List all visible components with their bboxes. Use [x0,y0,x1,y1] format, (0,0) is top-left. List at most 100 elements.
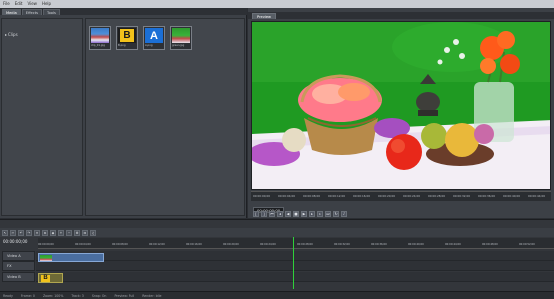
step-back-icon[interactable]: ◂ [277,211,283,217]
status-item: Ready [3,293,13,298]
letter-b: B [41,275,50,282]
volume-icon[interactable]: ♪ [341,211,347,217]
ruler-tick-label: 00:00:08;00 [303,194,321,198]
redo-icon[interactable]: ↷ [26,229,32,236]
rewind-icon[interactable]: ◀ [285,211,291,217]
ruler-tick-label: 00:00:04;00 [75,243,91,246]
mute-icon[interactable]: ♫ [90,229,96,236]
clip-thumbnail [40,255,52,261]
green-photo-thumbnail [172,28,190,43]
zoom-in-icon[interactable]: + [58,229,64,236]
ruler-tick-label: 00:00:48;00 [482,243,498,246]
preview-tabs: Preview [248,12,554,19]
go-end-icon[interactable]: ⏭ [325,211,331,217]
ruler-tick-label: 00:00:04;00 [278,194,296,198]
go-start-icon[interactable]: ⏮ [269,211,275,217]
ruler-tick-label: 00:00:44;00 [445,243,461,246]
timeline-toolbar: ↖ ✂ ↶ ↷ ✕ ⧉ ◆ + − ⚙ ⊡ ♫ [0,228,554,237]
ruler-tick-label: 00:00:20;00 [223,243,239,246]
ruler-tick-label: 00:00:00;00 [253,194,271,198]
ruler-tick-label: 00:00:20;00 [378,194,396,198]
step-forward-icon[interactable]: ▹ [317,211,323,217]
tab-effects[interactable]: Effects [21,9,43,15]
clip-caption: green.jpg [172,44,185,47]
clip-caption: clip_01.jpg [91,44,105,47]
chevron-right-icon: ▸ [5,32,8,37]
tab-media[interactable]: Media [2,9,21,15]
track-lane-video-a[interactable] [36,251,554,261]
mark-out-icon[interactable]: ] [261,211,267,217]
ruler-tick-label: 00:00:24;00 [403,194,421,198]
ruler-tick-label: 00:00:40;00 [503,194,521,198]
ruler-tick-label: 00:00:36;00 [371,243,387,246]
track-lane-video-b[interactable] [36,272,554,282]
ruler-tick-label: 00:00:36;00 [478,194,496,198]
ruler-tick-label: 00:00:32;00 [334,243,350,246]
tree-item-label: Clips [8,32,18,37]
lock-icon[interactable]: ⊡ [82,229,88,236]
ruler-tick-label: 00:00:24;00 [260,243,276,246]
library-tabs: Media Effects Tools [0,8,247,15]
media-clip-photo[interactable]: clip_01.jpg [89,26,111,50]
settings-icon[interactable]: ⚙ [74,229,80,236]
delete-icon[interactable]: ✕ [34,229,40,236]
ruler-tick-label: 00:00:44;00 [528,194,546,198]
menu-view[interactable]: View [27,0,37,8]
tab-tools[interactable]: Tools [43,9,60,15]
timeline-clip-photo[interactable] [38,253,104,262]
status-item: Snap: On [91,293,107,298]
marker-icon[interactable]: ◆ [50,229,56,236]
photo-thumbnail [91,28,109,43]
fast-forward-icon[interactable]: ▸ [309,211,315,217]
undo-icon[interactable]: ↶ [18,229,24,236]
select-tool-icon[interactable]: ↖ [2,229,8,236]
snap-icon[interactable]: ⧉ [42,229,48,236]
razor-icon[interactable]: ✂ [10,229,16,236]
preview-button-row: [ ] ⏮ ◂ ◀ ■ ▶ ▸ ▹ ⏭ ↻ ♪ [251,210,551,218]
clip-caption: A.png [145,44,153,47]
timeline-timecode[interactable]: 00:00:00;00 [3,239,27,244]
letter-a: A [150,29,158,42]
stop-icon[interactable]: ■ [293,211,299,217]
track-label-video-a[interactable]: Video A [2,251,35,261]
media-bin: clip_01.jpg B B.png A A.png green.jpg [85,18,245,216]
ruler-tick-label: 00:00:40;00 [408,243,424,246]
ruler-tick-label: 00:00:12;00 [328,194,346,198]
menu-help[interactable]: Help [42,0,51,8]
track-label-fx[interactable]: FX [2,261,35,271]
loop-icon[interactable]: ↻ [333,211,339,217]
ruler-tick-label: 00:00:52;00 [519,243,535,246]
video-preview [251,21,551,190]
tab-preview[interactable]: Preview [252,13,276,19]
ruler-tick-label: 00:00:12;00 [149,243,165,246]
status-item: Render: Idle [142,293,162,298]
menu-edit[interactable]: Edit [15,0,23,8]
ruler-tick-label: 00:00:28;00 [297,243,313,246]
folder-tree: ▸ Clips [1,18,83,216]
preview-scrubber[interactable]: 00:00:00;00 00:00:04;00 00:00:08;00 00:00:1… [251,191,551,201]
status-item: Zoom: 100% [42,293,64,298]
tree-item-root[interactable]: ▸ Clips [5,32,18,37]
media-clip-green[interactable]: green.jpg [170,26,192,50]
ruler-tick-label: 00:00:00;00 [38,243,54,246]
track-lane-fx[interactable] [36,261,554,271]
media-clip-a[interactable]: A A.png [143,26,165,50]
play-icon[interactable]: ▶ [301,211,307,217]
playhead[interactable] [293,237,294,289]
letter-b: B [120,29,134,42]
menu-file[interactable]: File [3,0,10,8]
zoom-out-icon[interactable]: − [66,229,72,236]
mark-in-icon[interactable]: [ [253,211,259,217]
track-label-video-b[interactable]: Video B [2,272,35,282]
ruler-tick-label: 00:00:16;00 [353,194,371,198]
letter-b-thumbnail: B [118,28,136,43]
status-item: Track: 3 [71,293,84,298]
status-item: Preview: Full [114,293,135,298]
media-clip-b[interactable]: B B.png [116,26,138,50]
timeline-ruler[interactable]: 00:00:00;00 00:00:04;00 00:00:08;00 00:00:1… [38,238,554,249]
timeline-clip-b[interactable]: B [38,273,63,283]
ruler-tick-label: 00:00:16;00 [186,243,202,246]
menu-bar: File Edit View Help [0,0,554,8]
ruler-tick-label: 00:00:08;00 [112,243,128,246]
ruler-tick-label: 00:00:28;00 [428,194,446,198]
